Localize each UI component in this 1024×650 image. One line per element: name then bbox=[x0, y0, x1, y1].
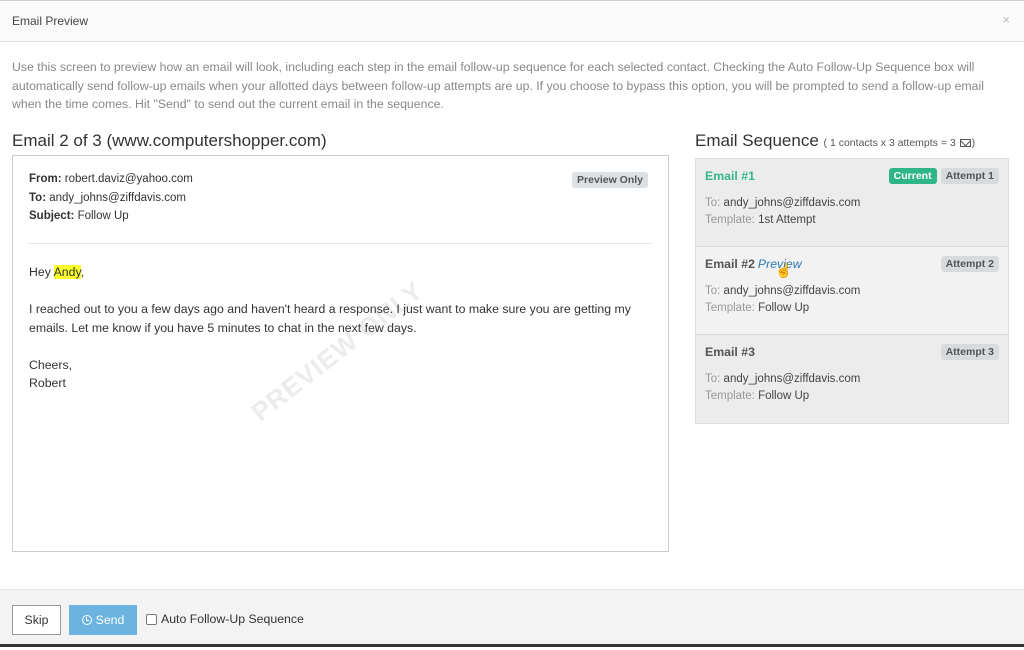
sequence-badges: Current Attempt 1 bbox=[888, 168, 999, 184]
template-label: Template: bbox=[705, 390, 755, 402]
to-line: To: andy_johns@ziffdavis.com bbox=[705, 283, 860, 300]
to-line: To: andy_johns@ziffdavis.com bbox=[705, 195, 860, 212]
intro-text: Use this screen to preview how an email … bbox=[12, 60, 984, 111]
to-value: andy_johns@ziffdavis.com bbox=[723, 197, 861, 209]
greeting-prefix: Hey bbox=[29, 265, 54, 279]
template-value: 1st Attempt bbox=[758, 214, 816, 226]
subject-value: Follow Up bbox=[77, 210, 129, 222]
to-label: To: bbox=[705, 197, 721, 209]
modal-footer: Skip Send Auto Follow-Up Sequence bbox=[0, 589, 1024, 647]
sequence-item[interactable]: Email #2 Preview Attempt 2 To: andy_johns… bbox=[696, 247, 1008, 335]
sequence-item[interactable]: Email #3 Attempt 3 To: andy_johns@ziffda… bbox=[696, 335, 1008, 423]
sequence-item[interactable]: Email #1 Current Attempt 1 To: andy_john… bbox=[696, 159, 1008, 247]
auto-follow-up-checkbox[interactable] bbox=[146, 613, 157, 625]
template-value: Follow Up bbox=[758, 390, 810, 402]
close-icon[interactable]: × bbox=[1002, 12, 1010, 27]
summary-close: ) bbox=[971, 137, 976, 149]
email-preview-box: From: robert.daviz@yahoo.com To: andy_jo… bbox=[12, 155, 669, 552]
preview-only-badge: Preview Only bbox=[572, 172, 648, 188]
send-label: Send bbox=[95, 613, 125, 627]
to-line: To: andy_johns@ziffdavis.com bbox=[29, 189, 193, 208]
sequence-item-name: Email #1 bbox=[705, 169, 755, 183]
to-label: To: bbox=[29, 191, 47, 204]
attempt-badge: Attempt 2 bbox=[940, 256, 999, 272]
sequence-title: Email Sequence ( 1 contacts x 3 attempts… bbox=[695, 131, 975, 151]
sequence-item-name-text: Email #2 bbox=[705, 257, 755, 271]
to-value: andy_johns@ziffdavis.com bbox=[723, 285, 861, 297]
sequence-item-info: To: andy_johns@ziffdavis.com Template: F… bbox=[705, 371, 860, 405]
envelope-icon bbox=[959, 139, 971, 148]
sequence-item-info: To: andy_johns@ziffdavis.com Template: F… bbox=[705, 283, 860, 317]
signoff: Cheers, bbox=[29, 357, 73, 372]
sequence-item-info: To: andy_johns@ziffdavis.com Template: 1… bbox=[705, 195, 860, 229]
send-button[interactable]: Send bbox=[69, 605, 137, 635]
template-line: Template: 1st Attempt bbox=[705, 212, 860, 229]
skip-button[interactable]: Skip bbox=[12, 605, 61, 635]
sequence-item-name: Email #3 bbox=[705, 345, 755, 359]
to-value: andy_johns@ziffdavis.com bbox=[49, 191, 186, 204]
clock-icon bbox=[81, 615, 92, 625]
to-value: andy_johns@ziffdavis.com bbox=[723, 373, 861, 385]
to-label: To: bbox=[705, 373, 721, 385]
template-label: Template: bbox=[705, 214, 755, 226]
to-label: To: bbox=[705, 285, 721, 297]
body-paragraph: I reached out to you a few days ago and … bbox=[29, 302, 631, 335]
sequence-list: Email #1 Current Attempt 1 To: andy_john… bbox=[695, 158, 1009, 424]
sequence-summary: ( 1 contacts x 3 attempts = 3 ) bbox=[824, 137, 976, 149]
sequence-title-text: Email Sequence bbox=[695, 131, 819, 150]
from-label: From: bbox=[29, 173, 62, 185]
signature: Robert bbox=[29, 376, 66, 390]
from-line: From: robert.daviz@yahoo.com bbox=[29, 170, 193, 189]
auto-follow-up-toggle[interactable]: Auto Follow-Up Sequence bbox=[146, 612, 304, 626]
template-value: Follow Up bbox=[758, 302, 810, 314]
sequence-badges: Attempt 2 bbox=[940, 256, 999, 272]
attempt-badge: Attempt 1 bbox=[940, 168, 999, 184]
summary-text: ( 1 contacts x 3 attempts = 3 bbox=[823, 137, 956, 149]
current-badge: Current bbox=[888, 168, 937, 184]
highlighted-name: Andy bbox=[53, 265, 81, 279]
divider bbox=[29, 243, 652, 244]
template-line: Template: Follow Up bbox=[705, 300, 860, 317]
hand-cursor-icon: ☝ bbox=[775, 262, 793, 278]
email-meta: From: robert.daviz@yahoo.com To: andy_jo… bbox=[29, 170, 193, 226]
preview-title: Email 2 of 3 (www.computershopper.com) bbox=[12, 131, 327, 150]
greeting-suffix: , bbox=[80, 265, 85, 279]
greeting: Hey Andy, bbox=[29, 263, 659, 282]
sequence-badges: Attempt 3 bbox=[940, 344, 999, 360]
template-label: Template: bbox=[705, 302, 755, 314]
subject-label: Subject: bbox=[29, 210, 75, 222]
auto-follow-up-label: Auto Follow-Up Sequence bbox=[161, 612, 304, 626]
attempt-badge: Attempt 3 bbox=[940, 344, 999, 360]
to-line: To: andy_johns@ziffdavis.com bbox=[705, 371, 860, 388]
template-line: Template: Follow Up bbox=[705, 388, 860, 405]
subject-line: Subject: Follow Up bbox=[29, 207, 193, 226]
email-preview-modal: Email Preview × Use this screen to previ… bbox=[0, 0, 1024, 650]
from-value: robert.daviz@yahoo.com bbox=[64, 173, 193, 185]
modal-header: Email Preview × bbox=[0, 0, 1024, 42]
modal-title: Email Preview bbox=[12, 14, 89, 28]
email-body: Hey Andy, I reached out to you a few day… bbox=[29, 263, 659, 393]
